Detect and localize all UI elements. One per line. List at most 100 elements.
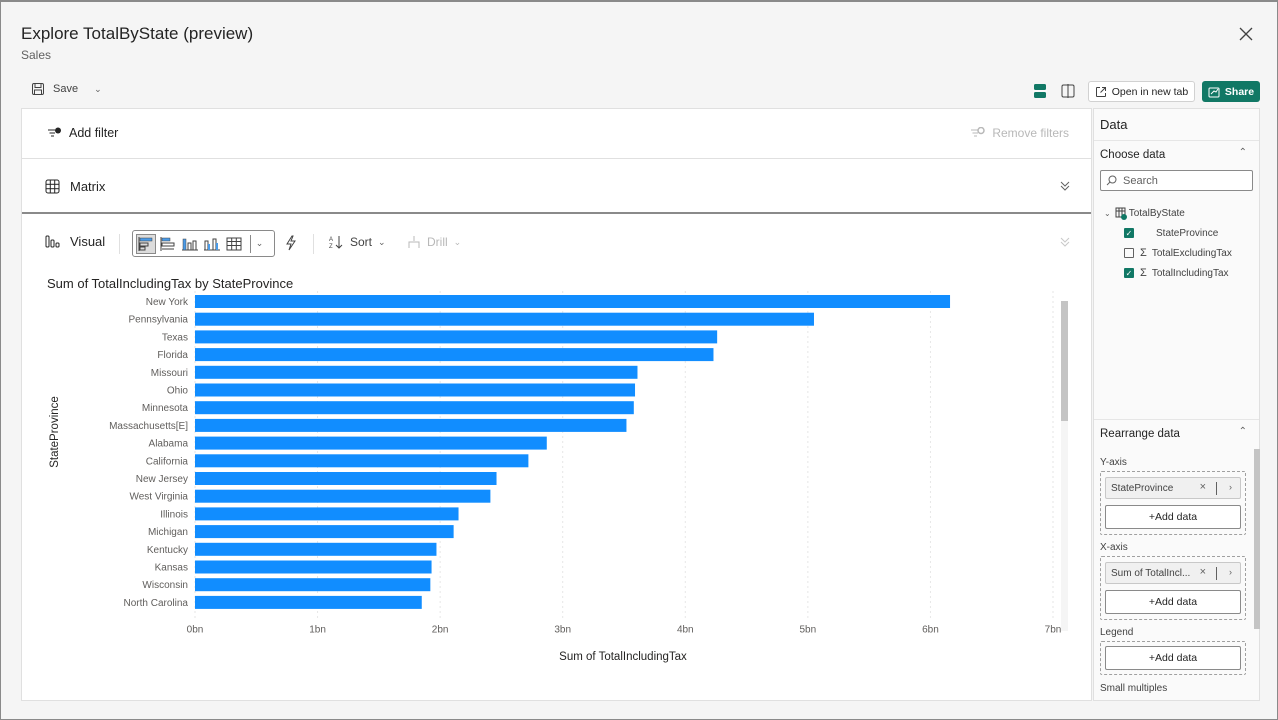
bars (195, 295, 951, 609)
bar[interactable] (195, 401, 634, 415)
svg-text:A: A (329, 237, 333, 243)
share-icon (1208, 87, 1220, 97)
field-options-chevron-icon[interactable]: › (1229, 567, 1232, 577)
y-tick-label: Kentucky (147, 545, 188, 556)
bar[interactable] (195, 542, 437, 556)
divider (1094, 140, 1259, 141)
field-row[interactable]: ✓ Σ TotalIncludingTax (1104, 263, 1232, 283)
remove-field-icon[interactable]: × (1200, 481, 1206, 493)
chip-divider (1216, 482, 1217, 495)
search-icon (1106, 175, 1117, 186)
matrix-section[interactable]: Matrix (22, 160, 1091, 214)
collapse-visual-chevron-icon[interactable] (1059, 236, 1071, 248)
add-filter-button[interactable]: Add filter (47, 126, 118, 140)
format-lightning-icon[interactable] (284, 235, 298, 251)
sort-button[interactable]: AZ Sort ⌄ (328, 235, 386, 249)
bar[interactable] (195, 454, 529, 468)
expand-matrix-chevron-icon[interactable] (1059, 180, 1071, 192)
table-node[interactable]: ⌄ TotalByState (1104, 203, 1232, 223)
dialog-subtitle: Sales (21, 48, 52, 62)
y-tick-label: Pennsylvania (129, 315, 189, 326)
bar-chart: New York Pennsylvania Texas Florida Missouri… (49, 291, 1062, 663)
drill-button[interactable]: Drill ⌄ (407, 235, 461, 249)
legend-add-data-button[interactable]: +Add data (1105, 646, 1241, 670)
sigma-icon: Σ (1140, 247, 1147, 259)
remove-field-icon[interactable]: × (1200, 566, 1206, 578)
bar[interactable] (195, 312, 814, 326)
field-row[interactable]: Σ TotalExcludingTax (1104, 243, 1232, 263)
stacked-view-icon[interactable] (1033, 83, 1047, 99)
field-checkbox[interactable]: ✓ (1124, 228, 1134, 238)
y-axis-title: StateProvince (49, 396, 61, 468)
legend-label: Legend (1100, 627, 1134, 638)
visual-label: Visual (70, 234, 106, 249)
field-checkbox[interactable] (1124, 248, 1134, 258)
open-in-new-tab-label: Open in new tab (1111, 85, 1189, 98)
y-tick-label: North Carolina (124, 598, 189, 609)
x-tick-label: 5bn (800, 625, 817, 636)
pane-scrollbar[interactable] (1254, 449, 1260, 629)
clustered-column-chart-button[interactable] (202, 234, 222, 254)
bar[interactable] (195, 507, 459, 521)
y-axis-field-chip[interactable]: StateProvince × › (1105, 477, 1241, 499)
open-in-new-tab-button[interactable]: Open in new tab (1088, 81, 1195, 102)
field-options-chevron-icon[interactable]: › (1229, 482, 1232, 492)
bar[interactable] (195, 383, 636, 397)
x-axis-well: Sum of TotalIncl... × › +Add data (1100, 556, 1246, 620)
dialog-title: Explore TotalByState (preview) (21, 24, 254, 43)
remove-filters-button[interactable]: Remove filters (970, 126, 1069, 140)
y-tick-label: Ohio (167, 386, 189, 397)
y-tick-label: California (146, 456, 189, 467)
y-tick-labels: New York Pennsylvania Texas Florida Missouri… (109, 297, 189, 609)
collapse-choose-data-chevron-icon[interactable]: ⌃ (1239, 147, 1247, 158)
bar[interactable] (195, 472, 497, 485)
x-axis-field-chip[interactable]: Sum of TotalIncl... × › (1105, 562, 1241, 584)
field-row[interactable]: ✓ StateProvince (1104, 223, 1232, 243)
table-name: TotalByState (1128, 207, 1185, 219)
bar[interactable] (195, 348, 714, 362)
split-view-icon[interactable] (1061, 83, 1075, 99)
x-tick-label: 0bn (187, 625, 204, 636)
bar[interactable] (195, 295, 951, 308)
search-input[interactable]: Search (1100, 170, 1253, 191)
bar[interactable] (195, 489, 491, 503)
bar[interactable] (195, 595, 422, 609)
save-label: Save (53, 83, 79, 95)
bar[interactable] (195, 436, 547, 450)
field-checkbox[interactable]: ✓ (1124, 268, 1134, 278)
drill-icon (408, 236, 420, 248)
collapse-rearrange-chevron-icon[interactable]: ⌃ (1239, 426, 1247, 437)
x-tick-labels: 0bn 1bn 2bn 3bn 4bn 5bn 6bn 7bn (187, 625, 1062, 636)
sort-label: Sort (350, 235, 373, 249)
y-tick-label: New Jersey (136, 474, 188, 485)
stacked-column-chart-button[interactable] (180, 234, 200, 254)
share-button[interactable]: Share (1202, 81, 1260, 102)
stacked-column-chart-icon (182, 238, 198, 250)
x-tick-label: 1bn (309, 625, 326, 636)
visual-toolbar: Visual ⌄ A Z Sort ⌄ Drill ⌄ (22, 216, 1091, 268)
more-chart-types-dropdown[interactable]: ⌄ (250, 234, 268, 253)
table-icon (226, 237, 242, 250)
field-name: TotalIncludingTax (1151, 267, 1229, 279)
bar[interactable] (195, 578, 431, 592)
save-dropdown-chevron-icon[interactable]: ⌄ (94, 84, 102, 95)
close-button[interactable] (1237, 26, 1255, 44)
x-tick-label: 7bn (1045, 625, 1062, 636)
clustered-bar-chart-button[interactable] (158, 234, 178, 254)
bar[interactable] (195, 330, 718, 344)
bar[interactable] (195, 418, 627, 432)
add-filter-icon (48, 127, 61, 136)
table-chart-button[interactable] (224, 234, 244, 254)
explore-dialog: Explore TotalByState (preview) Sales Sav… (0, 0, 1278, 720)
choose-data-heading: Choose data (1100, 149, 1166, 161)
x-axis-add-data-button[interactable]: +Add data (1105, 590, 1241, 614)
expand-chevron-icon[interactable]: ⌄ (1104, 209, 1111, 218)
chart-scrollbar[interactable] (1061, 301, 1068, 421)
bar[interactable] (195, 560, 432, 574)
bar[interactable] (195, 525, 454, 539)
save-button[interactable]: Save ⌄ (31, 82, 102, 96)
stacked-bar-chart-button[interactable] (136, 233, 156, 254)
bar[interactable] (195, 365, 638, 379)
add-filter-label: Add filter (69, 126, 119, 140)
y-axis-add-data-button[interactable]: +Add data (1105, 505, 1241, 529)
